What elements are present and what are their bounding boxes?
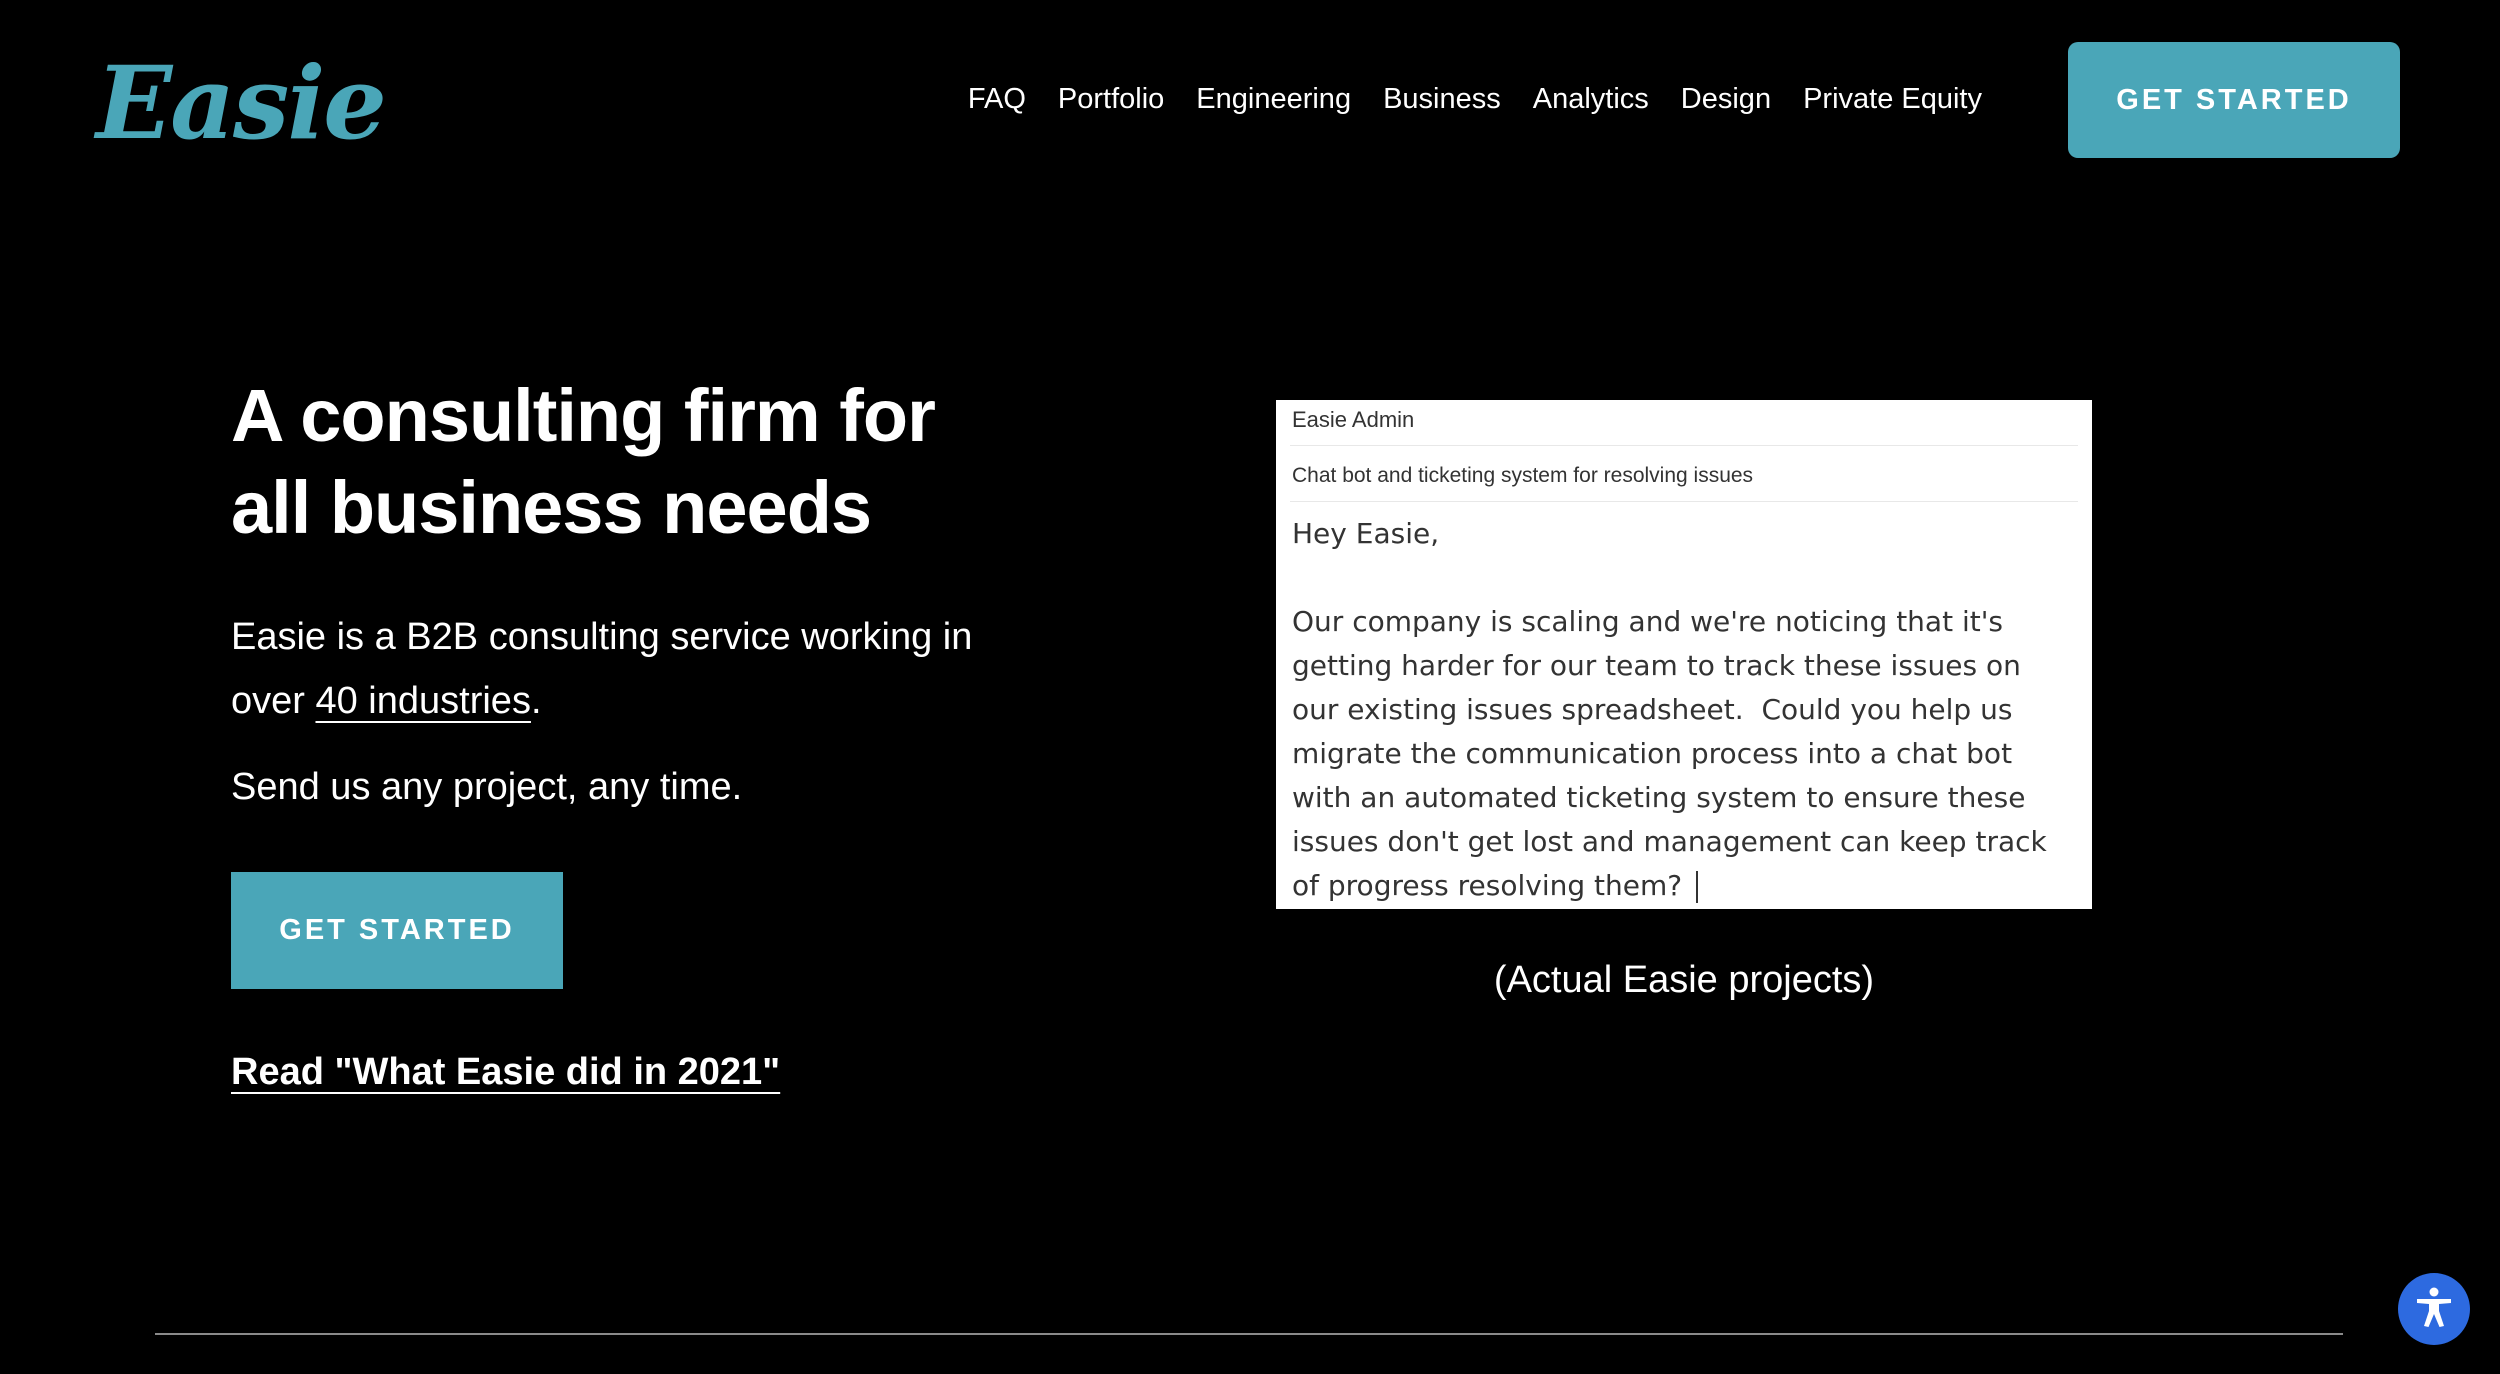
email-from: Easie Admin <box>1290 400 2078 446</box>
nav-portfolio[interactable]: Portfolio <box>1058 76 1164 122</box>
email-greeting: Hey Easie, <box>1292 517 1440 550</box>
nav-engineering[interactable]: Engineering <box>1196 76 1351 122</box>
accessibility-icon <box>2411 1284 2457 1335</box>
logo[interactable]: Easie <box>96 48 387 158</box>
nav-faq[interactable]: FAQ <box>968 76 1026 122</box>
hero-title: A consulting firm for all business needs <box>231 370 1031 554</box>
accessibility-button[interactable] <box>2398 1273 2470 1345</box>
email-preview-card: Easie Admin Chat bot and ticketing syste… <box>1276 400 2092 909</box>
section-divider <box>155 1333 2343 1335</box>
main-nav: FAQ Portfolio Engineering Business Analy… <box>968 76 1982 122</box>
hero-desc-suffix: . <box>530 680 542 722</box>
nav-design[interactable]: Design <box>1681 76 1771 122</box>
projects-caption: (Actual Easie projects) <box>1493 959 1875 1001</box>
header-get-started-button[interactable]: GET STARTED <box>2068 42 2400 158</box>
hero-title-line-1: A consulting firm for <box>231 374 936 457</box>
hero-get-started-button[interactable]: GET STARTED <box>231 872 563 989</box>
email-body-line: issues don't get lost and management can… <box>1292 825 2047 858</box>
email-body: Hey Easie, Our company is scaling and we'… <box>1276 502 2092 908</box>
text-caret <box>1696 871 1699 903</box>
read-2021-link[interactable]: Read "What Easie did in 2021" <box>231 1045 780 1099</box>
nav-analytics[interactable]: Analytics <box>1533 76 1649 122</box>
nav-business[interactable]: Business <box>1383 76 1501 122</box>
email-subject: Chat bot and ticketing system for resolv… <box>1290 446 2078 502</box>
email-body-line: of progress resolving them? <box>1292 869 1683 902</box>
email-body-line: with an automated ticketing system to en… <box>1292 781 2026 814</box>
email-body-line: Our company is scaling and we're noticin… <box>1292 605 2003 638</box>
hero-title-line-2: all business needs <box>231 466 872 549</box>
email-blank-line <box>1292 556 2076 600</box>
hero-send-text: Send us any project, any time. <box>231 766 743 808</box>
email-body-last-line: of progress resolving them? <box>1292 864 2076 908</box>
landing-page: Easie FAQ Portfolio Engineering Business… <box>0 0 2500 1374</box>
hero-description: Easie is a B2B consulting service workin… <box>231 605 1031 733</box>
nav-private-equity[interactable]: Private Equity <box>1803 76 1982 122</box>
email-body-line: our existing issues spreadsheet. Could y… <box>1292 693 2013 726</box>
industries-link[interactable]: 40 industries <box>315 680 530 722</box>
email-body-line: getting harder for our team to track the… <box>1292 649 2021 682</box>
email-body-line: migrate the communication process into a… <box>1292 737 2013 770</box>
